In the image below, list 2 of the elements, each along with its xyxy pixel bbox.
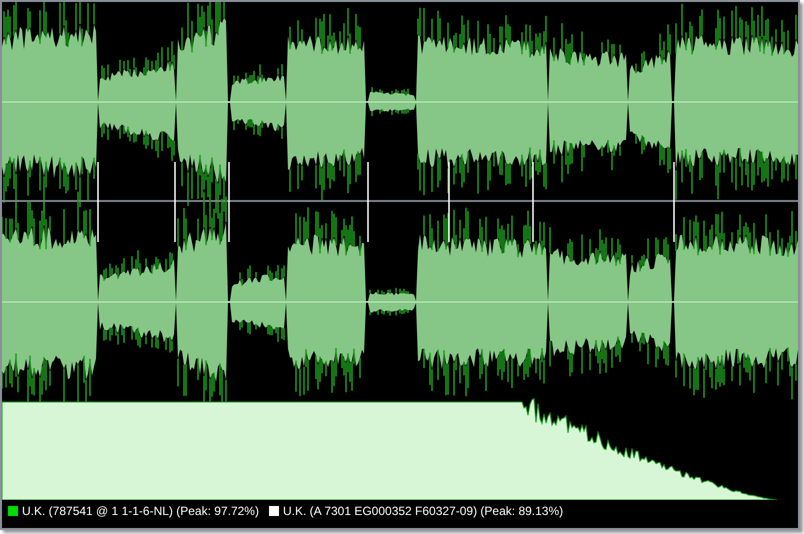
legend-label: U.K. (787541 @ 1 1-1-6-NL) (Peak: 97.72%)	[22, 504, 259, 518]
legend-label: U.K. (A 7301 EG000352 F60327-09) (Peak: 89.13%)	[282, 504, 564, 518]
